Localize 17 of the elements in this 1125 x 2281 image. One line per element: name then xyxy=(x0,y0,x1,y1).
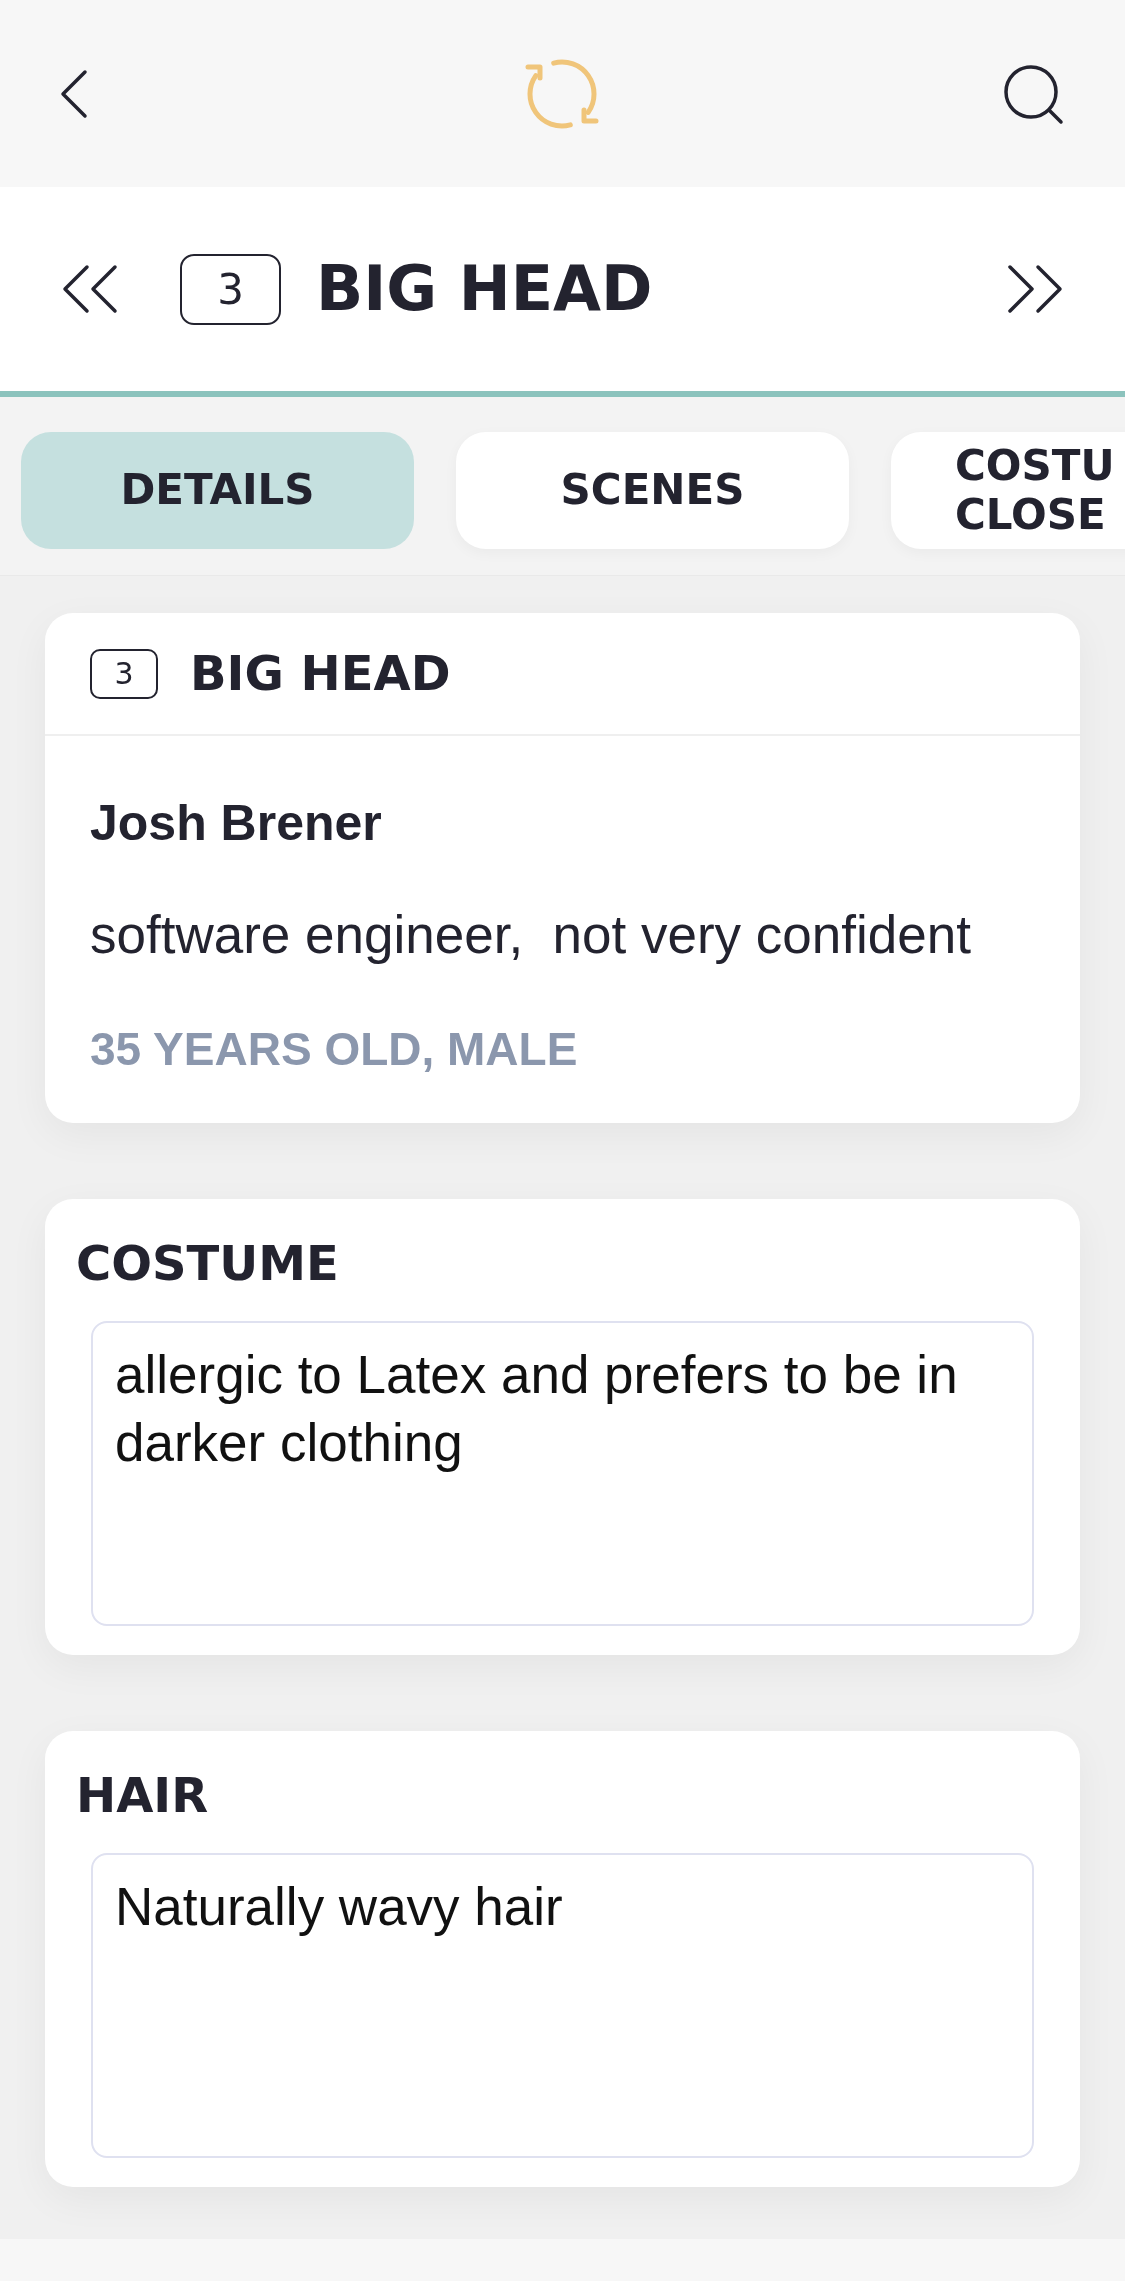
back-icon[interactable] xyxy=(58,67,90,120)
text-area[interactable]: Naturally wavy hair xyxy=(91,1853,1034,2158)
number-badge: 3 xyxy=(90,648,158,699)
age-gender-text: 35 YEARS OLD, MALE xyxy=(90,1022,578,1077)
double-chevron-left-icon[interactable] xyxy=(60,263,120,315)
field-label: HAIR xyxy=(76,1766,209,1824)
tab[interactable]: SCENES xyxy=(456,432,849,549)
double-chevron-right-icon[interactable] xyxy=(1005,263,1065,315)
text-area[interactable]: allergic to Latex and prefers to be in darker clothing xyxy=(91,1321,1034,1626)
character-title: BIG HEAD xyxy=(316,254,653,324)
field-label: COSTUME xyxy=(76,1234,339,1292)
character-description: software engineer, not very confident xyxy=(90,904,971,966)
tab[interactable]: COSTU CLOSE xyxy=(891,432,1125,549)
card-title: BIG HEAD xyxy=(190,647,451,700)
actor-name: Josh Brener xyxy=(90,794,382,853)
number-badge: 3 xyxy=(180,253,281,325)
tab[interactable]: DETAILS xyxy=(21,432,414,549)
